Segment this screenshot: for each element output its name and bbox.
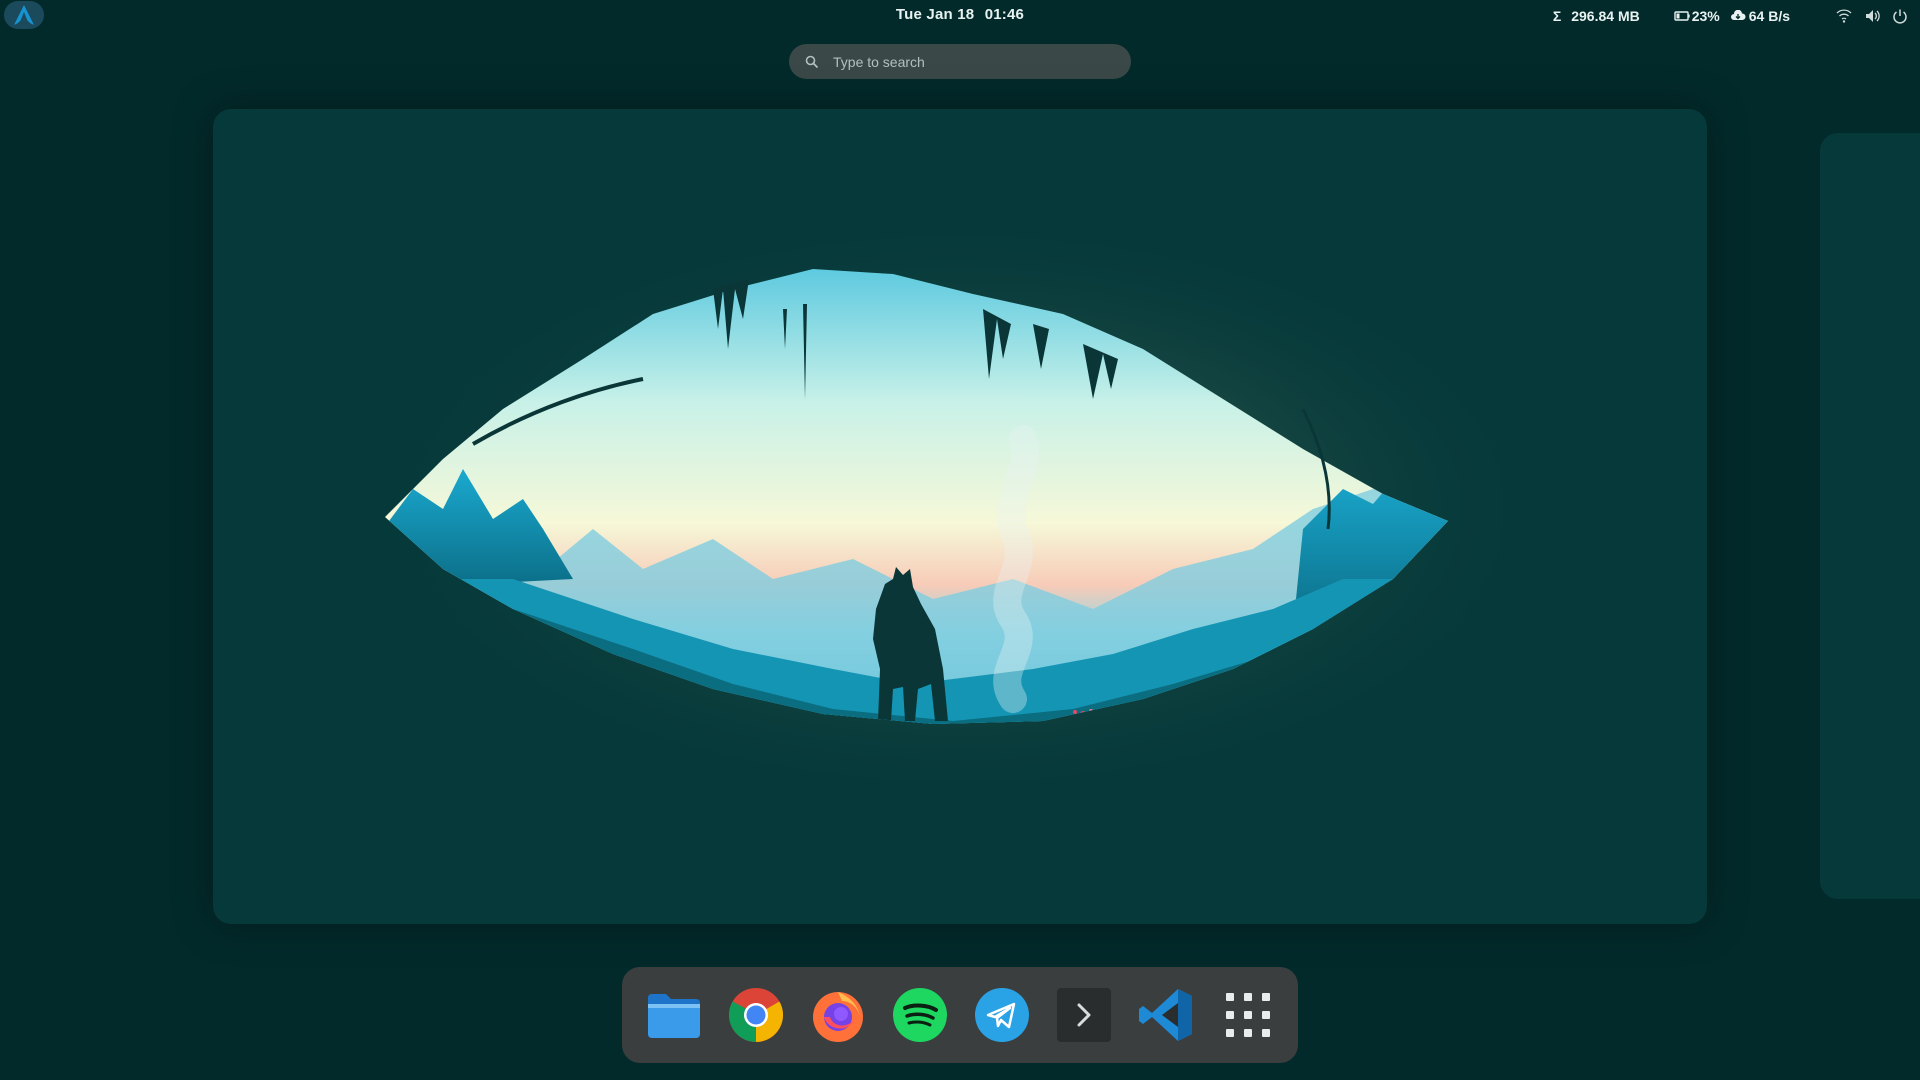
search-icon: [805, 54, 821, 70]
spotify-app-icon: [893, 988, 947, 1042]
top-bar: Tue Jan 18 01:46 Σ 296.84 MB 23% 64 B/s: [0, 0, 1920, 32]
volume-indicator[interactable]: [1864, 8, 1880, 24]
cloud-download-icon: [1730, 10, 1746, 20]
files-app-icon: [648, 994, 700, 1038]
clock-date: Tue Jan 18: [895, 6, 975, 23]
terminal-app-icon: [1057, 988, 1111, 1042]
power-menu[interactable]: [1892, 8, 1908, 24]
search-input[interactable]: [831, 52, 1115, 71]
workspace-thumbnail-next[interactable]: [1820, 133, 1920, 899]
dock-terminal[interactable]: [1054, 985, 1114, 1045]
memory-indicator[interactable]: Σ 296.84 MB: [1553, 8, 1640, 24]
dock-vscode[interactable]: [1136, 985, 1196, 1045]
workspace-thumbnail[interactable]: [213, 109, 1707, 924]
dock: [622, 967, 1298, 1063]
wallpaper-image: [360, 209, 1560, 809]
overview-search[interactable]: [789, 44, 1131, 79]
sigma-icon: Σ: [1552, 8, 1562, 24]
status-indicators: Σ 296.84 MB 23% 64 B/s: [1553, 5, 1908, 27]
wifi-icon: [1836, 9, 1852, 23]
chrome-app-icon: [728, 988, 784, 1042]
dock-firefox[interactable]: [808, 985, 868, 1045]
battery-indicator[interactable]: 23%: [1674, 8, 1720, 24]
battery-value: 23%: [1691, 8, 1720, 24]
power-icon: [1893, 9, 1907, 24]
show-apps-grid-icon: [1226, 993, 1270, 1037]
network-speed-indicator[interactable]: 64 B/s: [1730, 8, 1790, 24]
wifi-indicator[interactable]: [1836, 8, 1852, 24]
telegram-app-icon: [975, 988, 1029, 1042]
dock-show-apps[interactable]: [1218, 985, 1278, 1045]
network-speed-value: 64 B/s: [1748, 8, 1790, 24]
volume-icon: [1866, 10, 1880, 22]
dock-chrome[interactable]: [726, 985, 786, 1045]
vscode-app-icon: [1139, 989, 1192, 1041]
memory-value: 296.84 MB: [1571, 8, 1640, 24]
clock-time: 01:46: [984, 6, 1025, 23]
dock-telegram[interactable]: [972, 985, 1032, 1045]
dock-spotify[interactable]: [890, 985, 950, 1045]
dock-files[interactable]: [644, 985, 704, 1045]
battery-icon: [1674, 11, 1690, 21]
firefox-app-icon: [813, 992, 863, 1042]
